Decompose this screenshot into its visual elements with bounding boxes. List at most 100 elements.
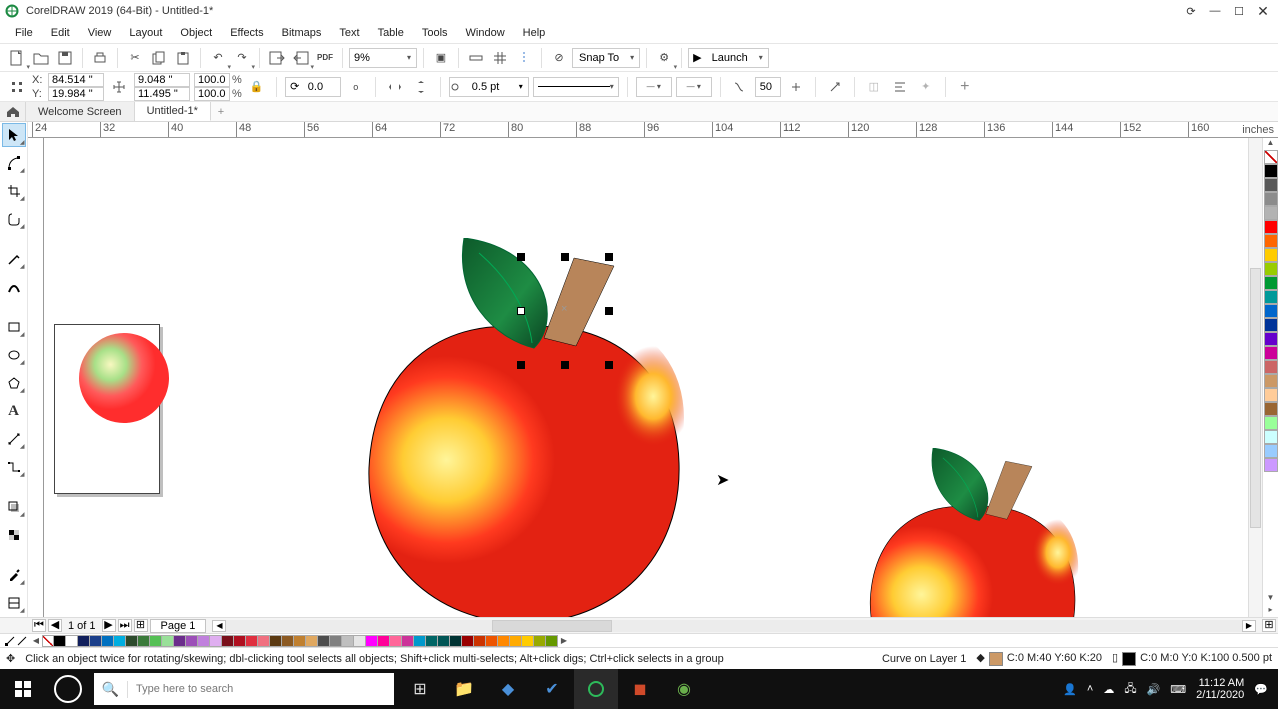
print-button[interactable] bbox=[89, 47, 111, 69]
rotation-field[interactable]: ⟳ bbox=[285, 77, 341, 97]
color-swatch[interactable] bbox=[1264, 234, 1278, 248]
app-icon-1[interactable]: ◆ bbox=[486, 669, 530, 709]
snap-off-button[interactable]: ⊘ bbox=[548, 47, 570, 69]
cut-button[interactable]: ✂ bbox=[124, 47, 146, 69]
color-swatch[interactable] bbox=[90, 635, 102, 647]
color-swatch[interactable] bbox=[402, 635, 414, 647]
menu-table[interactable]: Table bbox=[369, 25, 413, 41]
transparency-tool[interactable] bbox=[3, 524, 25, 546]
pick-tool[interactable]: ◢ bbox=[3, 124, 25, 146]
menu-object[interactable]: Object bbox=[171, 25, 221, 41]
menu-view[interactable]: View bbox=[79, 25, 121, 41]
color-swatch[interactable] bbox=[342, 635, 354, 647]
minimize-button[interactable]: — bbox=[1204, 2, 1226, 20]
size-h[interactable]: 11.495 " bbox=[134, 87, 190, 101]
new-button[interactable]: ▾ bbox=[6, 47, 28, 69]
page-first[interactable]: ⏮ bbox=[32, 619, 46, 632]
mirror-h-button[interactable] bbox=[384, 76, 406, 98]
vertical-ruler[interactable] bbox=[28, 138, 44, 617]
nav-toggle[interactable]: ⊞ bbox=[1262, 619, 1276, 632]
color-swatch[interactable] bbox=[486, 635, 498, 647]
paste-button[interactable] bbox=[172, 47, 194, 69]
color-swatch[interactable] bbox=[390, 635, 402, 647]
palette-right[interactable]: ▶ bbox=[558, 636, 570, 645]
color-swatch[interactable] bbox=[234, 635, 246, 647]
close-curve-button[interactable] bbox=[824, 76, 846, 98]
color-swatch[interactable] bbox=[270, 635, 282, 647]
color-swatch[interactable] bbox=[1264, 374, 1278, 388]
copy-button[interactable] bbox=[148, 47, 170, 69]
page-tab[interactable]: Page 1 bbox=[150, 619, 207, 633]
add-button[interactable]: + bbox=[954, 76, 976, 98]
color-swatch[interactable] bbox=[150, 635, 162, 647]
color-swatch[interactable] bbox=[126, 635, 138, 647]
color-swatch[interactable] bbox=[174, 635, 186, 647]
menu-file[interactable]: File bbox=[6, 25, 42, 41]
update-icon[interactable]: ⟳ bbox=[1180, 2, 1202, 20]
connector-tool[interactable]: ◢ bbox=[3, 456, 25, 478]
fill-indicator[interactable]: ◆C:0 M:40 Y:60 K:20 bbox=[976, 651, 1102, 665]
color-swatch[interactable] bbox=[474, 635, 486, 647]
color-swatch[interactable] bbox=[438, 635, 450, 647]
tab-document[interactable]: Untitled-1* bbox=[135, 102, 211, 121]
menu-bitmaps[interactable]: Bitmaps bbox=[273, 25, 331, 41]
size-w[interactable]: 9.048 " bbox=[134, 73, 190, 87]
palette-left[interactable]: ◀ bbox=[30, 636, 42, 645]
color-swatch[interactable] bbox=[1264, 332, 1278, 346]
color-swatch[interactable] bbox=[1264, 402, 1278, 416]
file-explorer-icon[interactable]: 📁 bbox=[442, 669, 486, 709]
close-button[interactable]: ✕ bbox=[1252, 2, 1274, 20]
search-box[interactable]: 🔍Type here to search bbox=[94, 673, 394, 705]
tray-network-icon[interactable]: 🖧 bbox=[1124, 680, 1136, 699]
color-swatch[interactable] bbox=[462, 635, 474, 647]
vertical-scrollbar[interactable] bbox=[1248, 138, 1262, 617]
pos-x[interactable]: 84.514 " bbox=[48, 73, 104, 87]
selection-handles[interactable]: × bbox=[517, 253, 613, 371]
tray-lang-icon[interactable]: ⌨ bbox=[1170, 683, 1186, 696]
color-swatch[interactable] bbox=[1264, 248, 1278, 262]
scale-x[interactable]: 100.0 bbox=[194, 73, 230, 87]
save-button[interactable] bbox=[54, 47, 76, 69]
import-button[interactable] bbox=[266, 47, 288, 69]
color-swatch[interactable] bbox=[1264, 192, 1278, 206]
crop-tool[interactable]: ◢ bbox=[3, 180, 25, 202]
shape-tool[interactable]: ◢ bbox=[3, 152, 25, 174]
fullscreen-button[interactable]: ▣ bbox=[430, 47, 452, 69]
color-swatch[interactable] bbox=[522, 635, 534, 647]
menu-window[interactable]: Window bbox=[457, 25, 514, 41]
menu-effects[interactable]: Effects bbox=[221, 25, 272, 41]
undo-button[interactable]: ↶▾ bbox=[207, 47, 229, 69]
color-swatch[interactable] bbox=[54, 635, 66, 647]
app-icon-3[interactable]: ◼ bbox=[618, 669, 662, 709]
canvas[interactable]: × ➤ bbox=[44, 138, 1248, 617]
scale-y[interactable]: 100.0 bbox=[194, 87, 230, 101]
lock-ratio-button[interactable]: 🔒 bbox=[246, 76, 268, 98]
show-guidelines-button[interactable] bbox=[513, 47, 535, 69]
color-swatch[interactable] bbox=[258, 635, 270, 647]
nudge-toggle[interactable] bbox=[785, 76, 807, 98]
notifications-icon[interactable]: 💬 bbox=[1254, 683, 1268, 696]
color-swatch[interactable] bbox=[1264, 430, 1278, 444]
line-style[interactable]: ▾ bbox=[533, 77, 619, 97]
end-arrow[interactable]: — ▾ bbox=[676, 77, 712, 97]
tray-people-icon[interactable]: 👤 bbox=[1063, 683, 1077, 696]
page-add[interactable]: ⊞ bbox=[134, 619, 148, 632]
horizontal-ruler[interactable]: 24 32 40 48 56 64 72 80 88 96 104 112 12… bbox=[28, 122, 1278, 138]
color-swatch[interactable] bbox=[1264, 444, 1278, 458]
color-swatch[interactable] bbox=[318, 635, 330, 647]
clock[interactable]: 11:12 AM 2/11/2020 bbox=[1196, 677, 1244, 701]
zoom-pan-tool[interactable]: ◢ bbox=[3, 208, 25, 230]
palette-menu[interactable]: ▸ bbox=[1263, 605, 1278, 617]
open-button[interactable] bbox=[30, 47, 52, 69]
pos-y[interactable]: 19.984 " bbox=[48, 87, 104, 101]
color-swatch[interactable] bbox=[78, 635, 90, 647]
nudge-field[interactable] bbox=[755, 77, 781, 97]
color-swatch[interactable] bbox=[198, 635, 210, 647]
tab-welcome[interactable]: Welcome Screen bbox=[26, 102, 135, 121]
color-swatch[interactable] bbox=[1264, 388, 1278, 402]
artistic-media-tool[interactable] bbox=[3, 276, 25, 298]
no-color[interactable] bbox=[1264, 150, 1278, 164]
menu-tools[interactable]: Tools bbox=[413, 25, 457, 41]
menu-layout[interactable]: Layout bbox=[120, 25, 171, 41]
outline-width[interactable]: ▾ bbox=[449, 77, 529, 97]
